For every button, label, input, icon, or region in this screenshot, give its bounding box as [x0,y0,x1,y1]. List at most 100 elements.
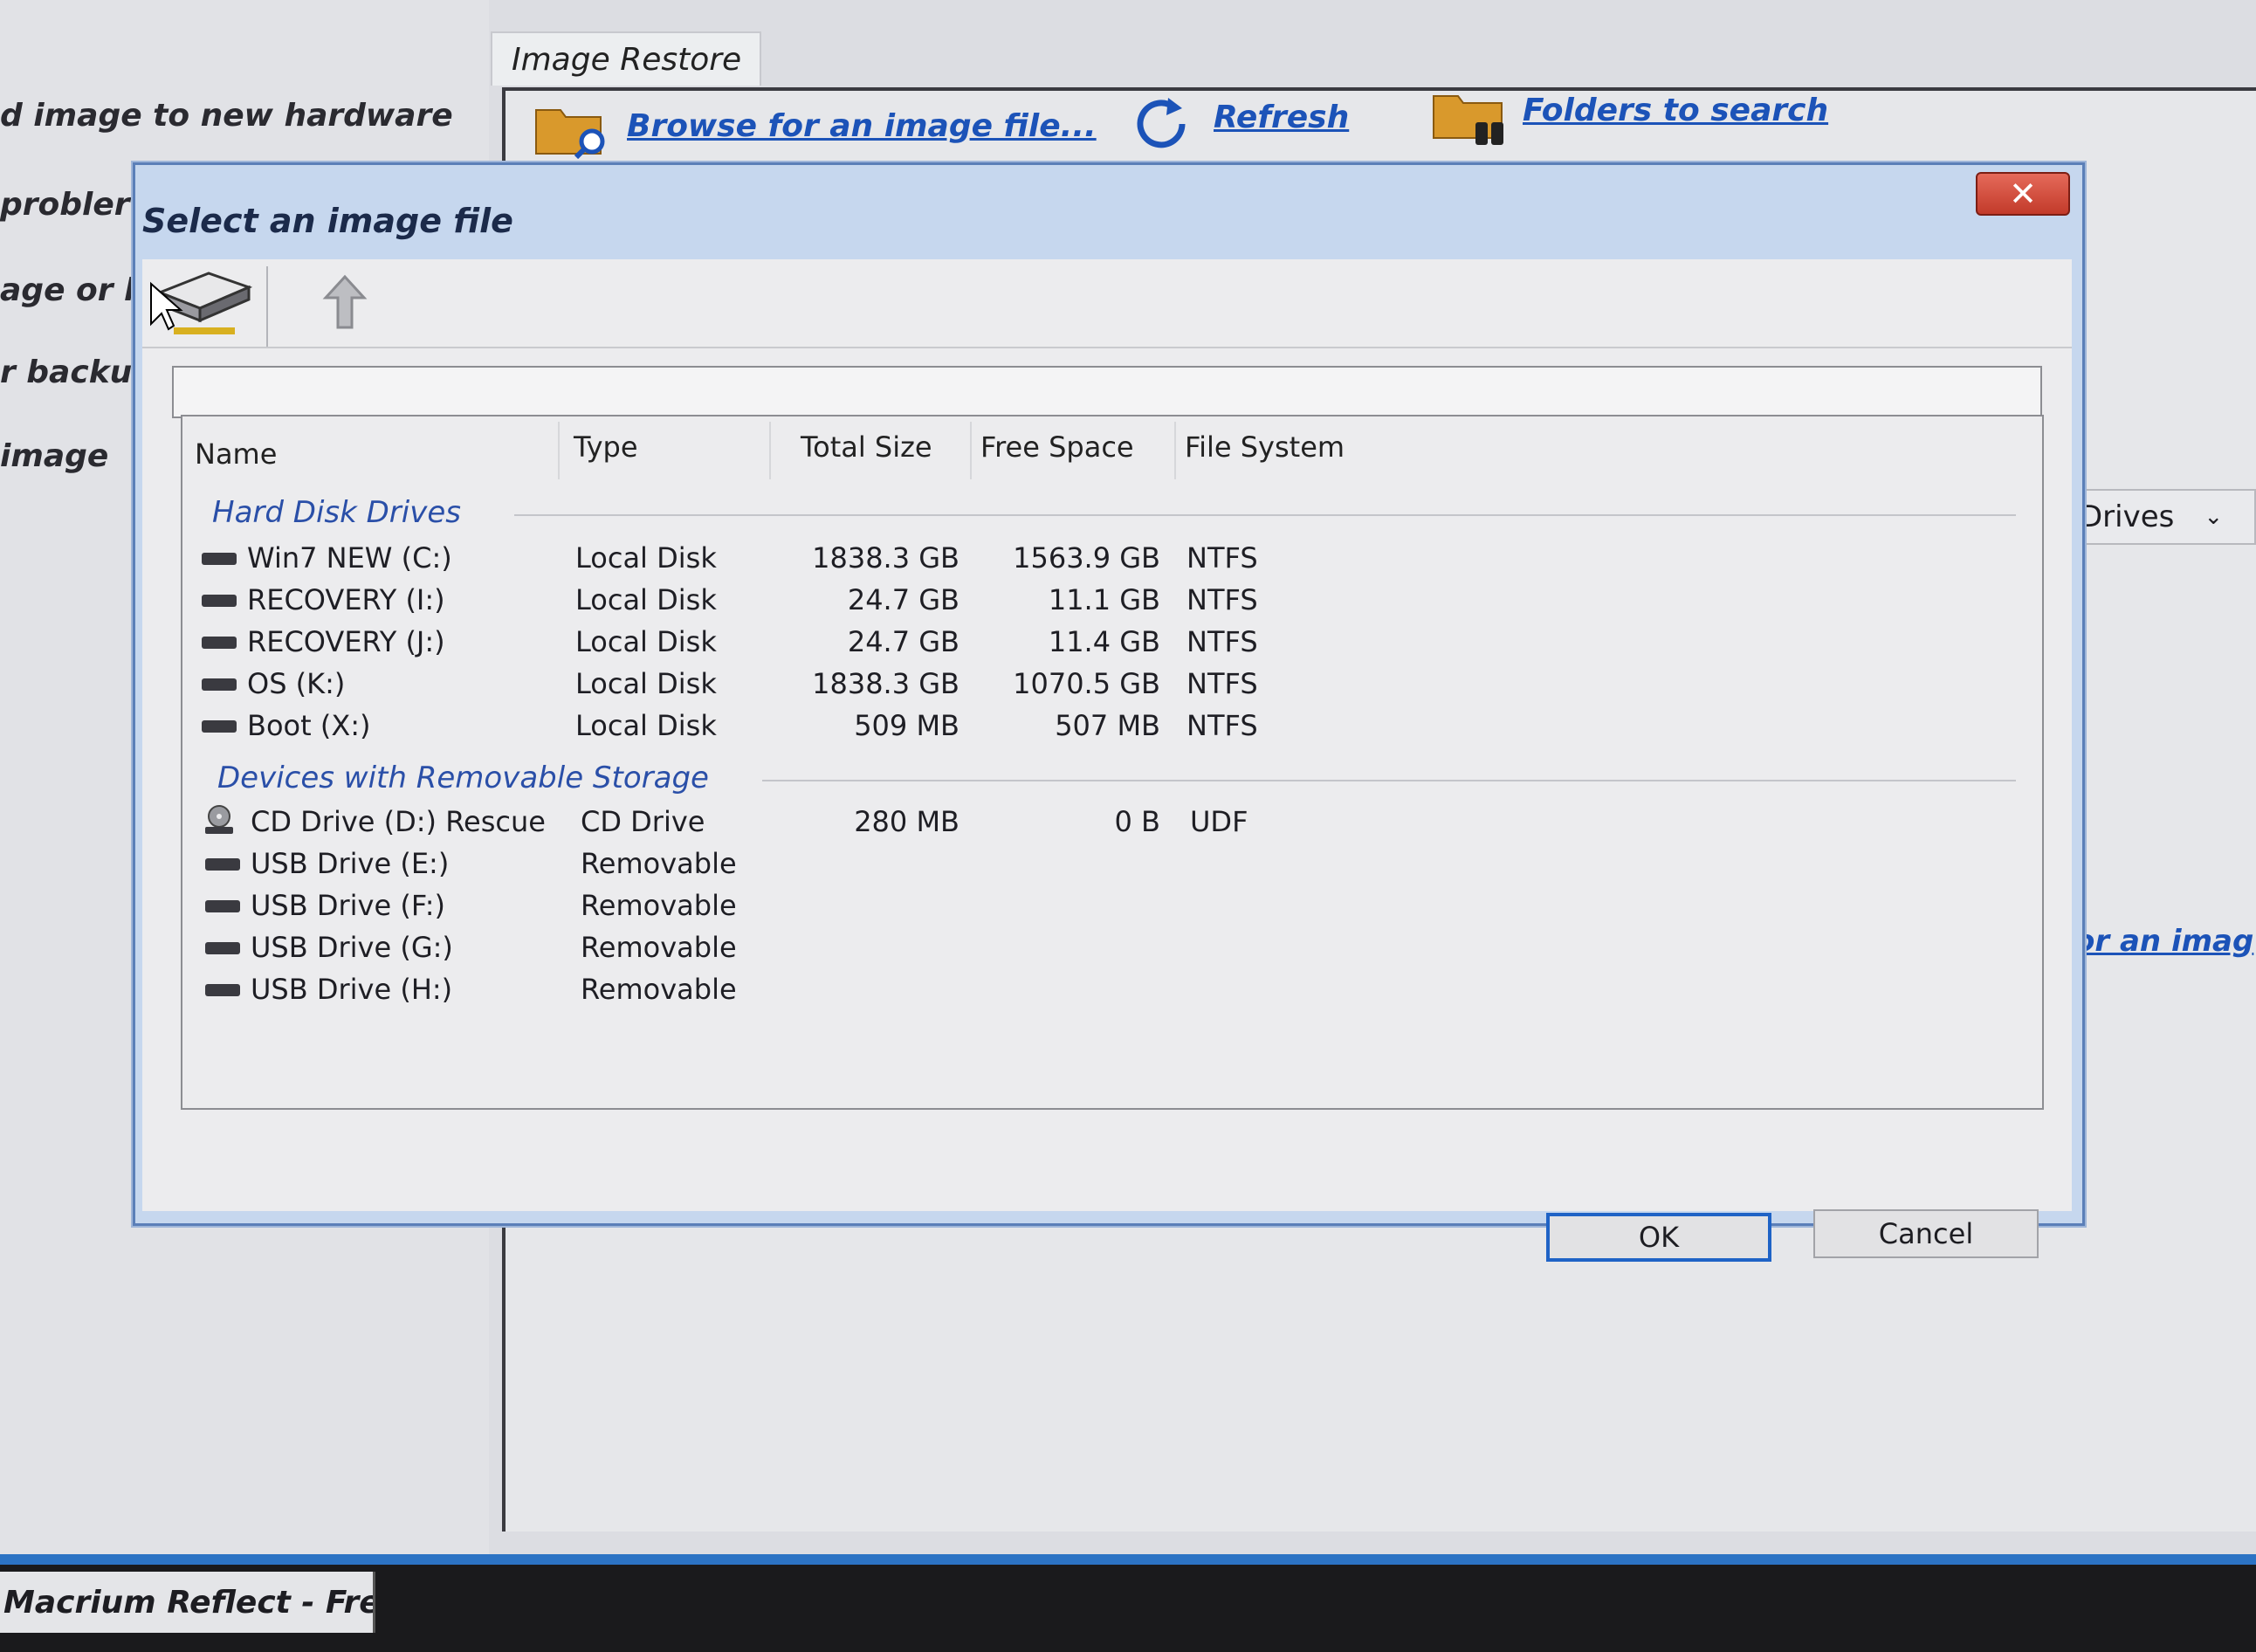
drive-name: USB Drive (E:) [251,847,450,880]
refresh-link[interactable]: Refresh [1214,100,1349,135]
drive-row-c[interactable]: Win7 NEW (C:) Local Disk 1838.3 GB 1563.… [182,537,2046,579]
window-bottom-border [0,1554,2256,1565]
folders-to-search-link[interactable]: Folders to search [1523,93,1828,128]
drive-icon [202,678,237,691]
group-divider [514,514,2016,516]
drive-free-space: 1563.9 GB [1013,541,1160,575]
taskbar-item-macrium-reflect[interactable]: Macrium Reflect - Fre... [0,1572,375,1633]
close-icon: ✕ [2009,175,2037,213]
drive-free-space: 507 MB [1055,709,1160,742]
drive-file-system: NTFS [1186,583,1258,616]
drive-name: USB Drive (H:) [251,973,453,1006]
drive-name: USB Drive (G:) [251,931,453,964]
drive-name: RECOVERY (J:) [247,625,445,658]
column-separator[interactable] [1174,422,1176,479]
drive-type: Local Disk [575,583,717,616]
drive-name: OS (K:) [247,667,346,700]
chevron-down-icon: ⌄ [2204,504,2224,530]
up-folder-icon[interactable] [315,272,376,333]
drive-icon [202,553,237,565]
drive-free-space: 0 B [1114,805,1160,838]
drive-type: Local Disk [575,541,717,575]
drive-row-g[interactable]: USB Drive (G:) Removable [182,926,2046,968]
ok-button[interactable]: OK [1546,1213,1771,1262]
column-header-file-system[interactable]: File System [1185,430,1345,464]
drives-select[interactable]: Drives ⌄ [2067,489,2256,545]
left-nav-item-image-or-backup[interactable]: age or b [0,272,147,308]
group-label-hard-disk-drives: Hard Disk Drives [212,495,461,530]
drives-select-label: Drives [2080,499,2175,534]
drive-row-i[interactable]: RECOVERY (I:) Local Disk 24.7 GB 11.1 GB… [182,579,2046,621]
left-nav-item-restore-new-hardware[interactable]: d image to new hardware [0,98,453,134]
drive-row-h[interactable]: USB Drive (H:) Removable [182,968,2046,1010]
left-nav-item-backup[interactable]: r backu [0,354,132,390]
tab-image-restore[interactable]: Image Restore [491,31,761,86]
drive-row-j[interactable]: RECOVERY (J:) Local Disk 24.7 GB 11.4 GB… [182,621,2046,663]
usb-drive-icon [205,942,240,954]
dialog-title: Select an image file [142,202,513,240]
drive-row-f[interactable]: USB Drive (F:) Removable [182,885,2046,926]
drive-free-space: 1070.5 GB [1013,667,1160,700]
column-header-total-size[interactable]: Total Size [801,430,932,464]
drive-file-system: NTFS [1186,625,1258,658]
drive-file-system: NTFS [1186,709,1258,742]
left-nav-item-problems[interactable]: probler [0,187,130,223]
toolbar-separator [266,266,268,347]
drive-total-size: 24.7 GB [847,625,959,658]
group-divider [762,780,2016,781]
drive-row-x[interactable]: Boot (X:) Local Disk 509 MB 507 MB NTFS [182,705,2046,747]
drive-free-space: 11.4 GB [1048,625,1160,658]
drive-name: RECOVERY (I:) [247,583,445,616]
drive-file-system: UDF [1190,805,1248,838]
cd-drive-icon [205,805,233,834]
toolbar-divider [142,347,2072,348]
left-nav-item-image[interactable]: image [0,438,108,474]
drive-file-system: NTFS [1186,541,1258,575]
drive-name: CD Drive (D:) Rescue [251,805,546,838]
drive-row-e[interactable]: USB Drive (E:) Removable [182,843,2046,885]
column-header-type[interactable]: Type [574,430,638,464]
drive-row-k[interactable]: OS (K:) Local Disk 1838.3 GB 1070.5 GB N… [182,663,2046,705]
select-image-file-dialog: Select an image file ✕ Name Type Total S… [133,162,2085,1262]
drive-icon [202,720,237,733]
drive-name: USB Drive (F:) [251,889,446,922]
drive-total-size: 1838.3 GB [812,541,959,575]
column-separator[interactable] [769,422,771,479]
drive-free-space: 11.1 GB [1048,583,1160,616]
drive-type: Local Disk [575,667,717,700]
drive-name: Boot (X:) [247,709,371,742]
refresh-icon[interactable] [1131,94,1193,148]
drive-row-d[interactable]: CD Drive (D:) Rescue CD Drive 280 MB 0 B… [182,801,2046,843]
drive-name: Win7 NEW (C:) [247,541,452,575]
browse-folder-icon[interactable] [534,103,609,159]
column-separator[interactable] [970,422,972,479]
browse-image-link-partial[interactable]: or an imag [2074,924,2253,959]
drive-type: Local Disk [575,625,717,658]
group-label-removable-storage: Devices with Removable Storage [217,761,709,795]
hard-drive-icon[interactable] [148,266,256,341]
drive-total-size: 509 MB [854,709,959,742]
usb-drive-icon [205,858,240,871]
drive-total-size: 24.7 GB [847,583,959,616]
drive-type: Removable [581,847,737,880]
drive-list[interactable]: Name Type Total Size Free Space File Sys… [181,415,2044,1110]
drive-icon [202,595,237,607]
dialog-body: Name Type Total Size Free Space File Sys… [142,259,2072,1262]
drive-icon [202,637,237,649]
cancel-button[interactable]: Cancel [1813,1209,2039,1258]
drive-type: Removable [581,973,737,1006]
column-header-free-space[interactable]: Free Space [980,430,1134,464]
drive-total-size: 1838.3 GB [812,667,959,700]
drive-file-system: NTFS [1186,667,1258,700]
usb-drive-icon [205,900,240,912]
usb-drive-icon [205,984,240,996]
column-header-name[interactable]: Name [195,437,277,471]
drive-type: Local Disk [575,709,717,742]
path-bar[interactable] [172,366,2042,418]
column-separator[interactable] [558,422,560,479]
folders-binoculars-icon[interactable] [1432,91,1510,148]
close-button[interactable]: ✕ [1976,172,2070,216]
drive-type: Removable [581,889,737,922]
browse-image-file-link[interactable]: Browse for an image file... [627,108,1097,144]
drive-type: Removable [581,931,737,964]
